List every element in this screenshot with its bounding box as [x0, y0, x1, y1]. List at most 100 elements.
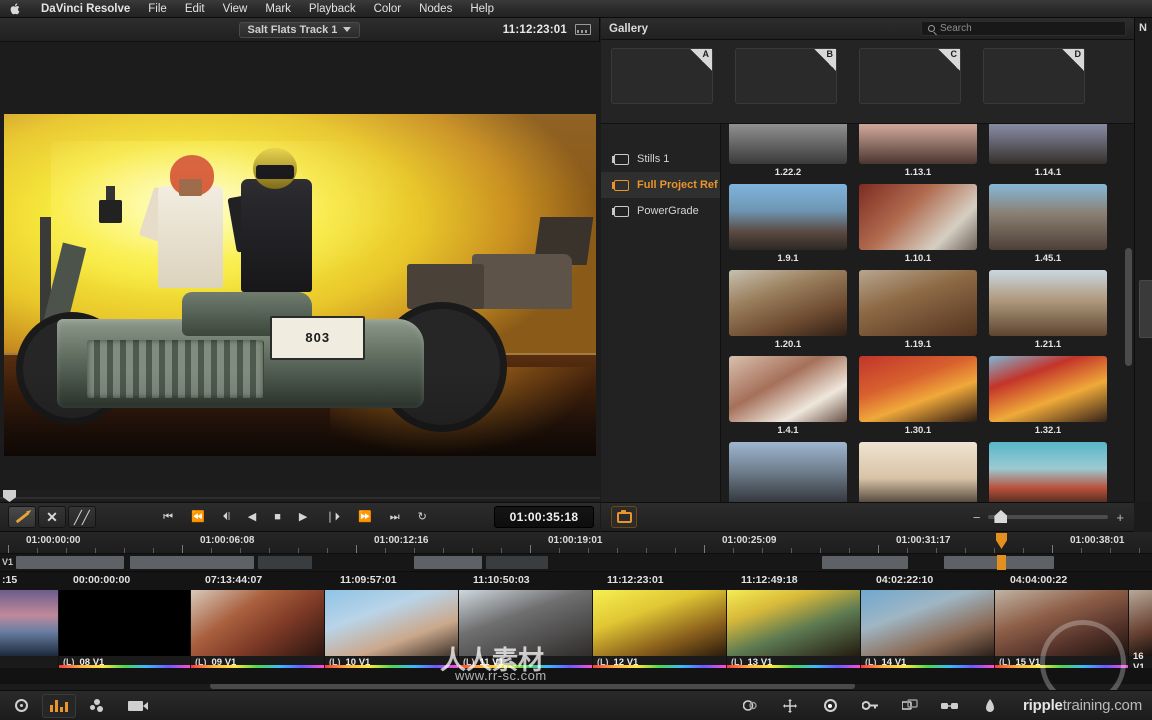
- apple-logo-icon[interactable]: [8, 2, 22, 16]
- gallery-search-input[interactable]: Search: [921, 21, 1126, 36]
- ruler-tick: [994, 548, 995, 553]
- menu-help[interactable]: Help: [461, 0, 503, 18]
- zoom-in-button[interactable]: +: [1116, 511, 1124, 524]
- grab-still-button[interactable]: [611, 506, 637, 528]
- clip-button[interactable]: [118, 694, 152, 718]
- gallery-still[interactable]: [859, 442, 977, 502]
- sidebar-item-powergrade[interactable]: PowerGrade: [601, 198, 720, 224]
- viewer-canvas[interactable]: 803: [0, 42, 600, 502]
- menu-view[interactable]: View: [214, 0, 257, 18]
- rewind-button[interactable]: ⏪: [191, 511, 205, 523]
- key-button[interactable]: [853, 694, 887, 718]
- gallery-still[interactable]: 1.22.2: [729, 124, 847, 178]
- gallery-still[interactable]: 1.21.1: [989, 270, 1107, 350]
- gallery-scrollbar-thumb[interactable]: [1125, 248, 1132, 366]
- menu-mark[interactable]: Mark: [256, 0, 300, 18]
- step-forward-button[interactable]: ❘⏵: [325, 511, 340, 523]
- nodes-panel-edge[interactable]: N: [1134, 18, 1152, 502]
- next-clip-button[interactable]: ⏭: [390, 511, 400, 523]
- gallery-still[interactable]: [989, 442, 1107, 502]
- timeline-clip[interactable]: 16 V1: [1129, 590, 1152, 668]
- scopes-button[interactable]: [813, 694, 847, 718]
- filmstrip-icon[interactable]: [575, 24, 591, 35]
- menu-file[interactable]: File: [139, 0, 176, 18]
- timeline-clip[interactable]: (L) 10 V1: [325, 590, 458, 668]
- clip-timecode: 00:00:00:00: [73, 574, 131, 586]
- timeline-clip-selected[interactable]: (L) 13 V1: [727, 590, 860, 668]
- zoom-slider[interactable]: [988, 510, 1109, 523]
- gallery-still[interactable]: 1.19.1: [859, 270, 977, 350]
- gallery-still[interactable]: [729, 442, 847, 502]
- menu-edit[interactable]: Edit: [176, 0, 214, 18]
- gallery-stills-grid[interactable]: 1.22.2 1.13.1 1.14.1 1.9.1 1.10.1 1.45.1…: [721, 124, 1134, 502]
- memory-slot-c[interactable]: C: [859, 48, 961, 104]
- jump-to-start-button[interactable]: ⏮: [163, 511, 173, 523]
- memory-slot-d[interactable]: D: [983, 48, 1085, 104]
- gallery-still[interactable]: 1.30.1: [859, 356, 977, 436]
- timeline-playhead[interactable]: [996, 533, 1007, 549]
- menu-playback[interactable]: Playback: [300, 0, 365, 18]
- shuffle-tool-button[interactable]: ✕: [38, 506, 66, 528]
- timeline-clip[interactable]: [0, 590, 58, 668]
- stop-button[interactable]: ■: [274, 511, 281, 523]
- step-back-button[interactable]: ◀: [248, 511, 256, 523]
- zoom-slider-handle[interactable]: [994, 510, 1008, 523]
- memory-slot-a[interactable]: A: [611, 48, 713, 104]
- menu-nodes[interactable]: Nodes: [410, 0, 461, 18]
- zoom-out-button[interactable]: −: [973, 511, 981, 524]
- tracker-button[interactable]: [80, 694, 114, 718]
- timeline-ruler[interactable]: 01:00:00:00 01:00:06:08 01:00:12:16 01:0…: [0, 532, 1152, 554]
- gallery-title: Gallery: [609, 22, 648, 35]
- menu-color[interactable]: Color: [365, 0, 410, 18]
- ruler-tick: [936, 548, 937, 553]
- fast-forward-button[interactable]: ⏩: [358, 511, 372, 523]
- viewer-scrubber[interactable]: [0, 490, 600, 502]
- gallery-still[interactable]: 1.14.1: [989, 124, 1107, 178]
- scrubber-handle[interactable]: [3, 490, 16, 502]
- timeline-clip[interactable]: (L) 14 V1: [861, 590, 994, 668]
- gallery-still[interactable]: 1.4.1: [729, 356, 847, 436]
- clip-timecode: 07:13:44:07: [205, 574, 263, 586]
- transport-timecode: 01:00:35:18: [494, 506, 594, 528]
- gallery-scrollbar[interactable]: [1125, 128, 1132, 498]
- gallery-body: Stills 1 Full Project Ref PowerGrade 1.2…: [601, 124, 1134, 624]
- viewer-timecode: 11:12:23:01: [502, 23, 567, 36]
- gallery-still[interactable]: 1.9.1: [729, 184, 847, 264]
- memory-slot-b[interactable]: B: [735, 48, 837, 104]
- sidebar-item-stills-1[interactable]: Stills 1: [601, 146, 720, 172]
- gallery-still[interactable]: 1.45.1: [989, 184, 1107, 264]
- menu-davinci-resolve[interactable]: DaVinci Resolve: [32, 0, 139, 18]
- ruler-tick: [849, 548, 850, 553]
- gallery-still[interactable]: 1.32.1: [989, 356, 1107, 436]
- timeline-clip-strip[interactable]: (L) 08 V1 (L) 09 V1 (L) 10 V1 (L) 11 V1 …: [0, 590, 1152, 684]
- blur-button[interactable]: [733, 694, 767, 718]
- viewer-source-selector[interactable]: Salt Flats Track 1: [238, 21, 361, 38]
- sidebar-item-full-project-ref[interactable]: Full Project Ref: [601, 172, 720, 198]
- glasses-button[interactable]: [933, 694, 967, 718]
- overview-playhead[interactable]: [997, 555, 1006, 570]
- ruler-tick: [646, 548, 647, 553]
- timeline-clip[interactable]: (L) 08 V1: [59, 590, 190, 668]
- ruler-tick: [762, 548, 763, 553]
- bypass-tool-button[interactable]: ╱╱: [68, 506, 96, 528]
- data-burn-button[interactable]: [973, 694, 1007, 718]
- timeline-clip[interactable]: (L) 09 V1: [191, 590, 324, 668]
- stereo-button[interactable]: [893, 694, 927, 718]
- play-button[interactable]: ▶: [299, 511, 307, 523]
- color-wheels-button[interactable]: [4, 694, 38, 718]
- pencil-tool-button[interactable]: [8, 506, 36, 528]
- timeline-clip[interactable]: (L) 11 V1: [459, 590, 592, 668]
- timeline-clip[interactable]: (L) 12 V1: [593, 590, 726, 668]
- sizing-button[interactable]: [773, 694, 807, 718]
- loop-button[interactable]: ↻: [418, 511, 427, 523]
- gallery-still[interactable]: 1.20.1: [729, 270, 847, 350]
- watermark-bold: ripple: [1023, 697, 1063, 714]
- gallery-still[interactable]: 1.10.1: [859, 184, 977, 264]
- scene-license-plate: 803: [270, 315, 366, 361]
- gallery-still[interactable]: 1.13.1: [859, 124, 977, 178]
- clip-timecode: 11:12:49:18: [741, 574, 798, 586]
- timeline-track-overview[interactable]: V1: [0, 554, 1152, 572]
- ruler-tick: [327, 548, 328, 553]
- previous-clip-button[interactable]: ⏴❘: [223, 511, 230, 523]
- curves-button[interactable]: [42, 693, 76, 718]
